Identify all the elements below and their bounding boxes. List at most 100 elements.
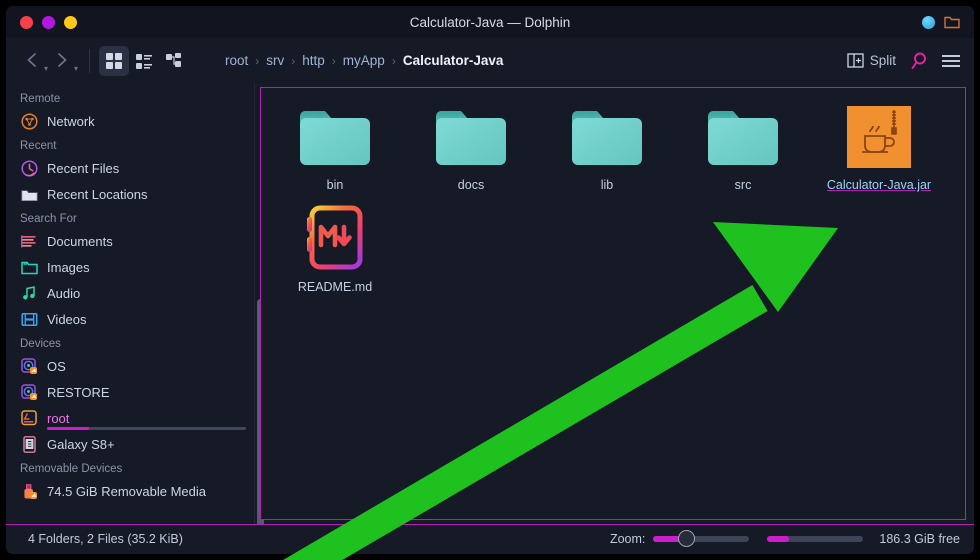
file-item-label: Calculator-Java.jar <box>826 178 932 192</box>
view-tree-button[interactable] <box>159 46 189 76</box>
zoom-label: Zoom: <box>609 532 646 546</box>
sidebar-divider <box>254 83 255 524</box>
toolbar-divider <box>89 48 90 73</box>
split-button[interactable]: Split <box>847 52 896 69</box>
sidebar-item-label: Images <box>47 259 90 275</box>
sidebar-group-title: Search For <box>20 213 77 225</box>
sidebar-item-label: Audio <box>47 285 81 301</box>
file-item[interactable]: docs <box>403 102 539 204</box>
sidebar-item-network[interactable]: Network <box>6 108 254 134</box>
file-view[interactable]: bin docs lib src Calculator-Java.jar REA… <box>260 87 966 520</box>
menu-button[interactable] <box>942 54 960 67</box>
sidebar-item-images[interactable]: Images <box>6 254 254 280</box>
window-title: Calculator-Java — Dolphin <box>409 14 571 30</box>
breadcrumb-item-srv[interactable]: srv <box>266 53 284 68</box>
back-button[interactable]: ▾ <box>20 46 50 76</box>
forward-button[interactable]: ▾ <box>50 46 80 76</box>
sidebar: Remote Network Recent Recent Files Recent Lo… <box>6 83 254 524</box>
tree-icon <box>166 52 181 67</box>
images-icon <box>20 258 38 276</box>
videos-icon <box>20 310 38 328</box>
documents-icon <box>20 232 38 250</box>
sidebar-item-label: OS <box>47 358 66 374</box>
breadcrumb-separator: › <box>291 53 296 68</box>
sidebar-item-label: Galaxy S8+ <box>47 436 115 452</box>
sidebar-item-label: Network <box>47 113 95 129</box>
folder-outline-icon[interactable] <box>944 15 960 29</box>
sidebar-item-label: 74.5 GiB Removable Media <box>47 483 206 499</box>
file-item[interactable]: Calculator-Java.jar <box>811 102 947 204</box>
breadcrumb-item-calculator-java[interactable]: Calculator-Java <box>403 53 504 68</box>
folder-glyph <box>436 111 506 165</box>
file-item-label: docs <box>457 178 485 192</box>
sidebar-item-label: Recent Locations <box>47 186 148 202</box>
breadcrumb-separator: › <box>391 53 396 68</box>
selection-summary: 4 Folders, 2 Files (35.2 KiB) <box>28 532 183 546</box>
sidebar-item-os[interactable]: OS <box>6 353 254 379</box>
file-item[interactable]: lib <box>539 102 675 204</box>
recent-files-icon <box>20 159 38 177</box>
breadcrumb-item-http[interactable]: http <box>302 53 325 68</box>
file-item[interactable]: bin <box>267 102 403 204</box>
sidebar-group-title: Remote <box>20 93 61 105</box>
dolphin-window: Calculator-Java — Dolphin ▾ ▾ root › srv… <box>6 6 974 554</box>
zoom-slider[interactable] <box>653 530 750 547</box>
close-button[interactable] <box>20 15 33 29</box>
folder-icon <box>706 102 780 172</box>
toolbar-right: Split <box>847 51 960 71</box>
sidebar-item-74-5-gib-removable-media[interactable]: 74.5 GiB Removable Media <box>6 478 254 504</box>
sidebar-item-recent-locations[interactable]: Recent Locations <box>6 181 254 207</box>
statusbar: 4 Folders, 2 Files (35.2 KiB) Zoom: 186.… <box>6 524 974 554</box>
java-jar-glyph <box>847 106 911 168</box>
main-body: Remote Network Recent Recent Files Recent Lo… <box>6 83 974 554</box>
toolbar: ▾ ▾ root › srv › http › myApp › Calculat… <box>6 38 974 83</box>
sidebar-item-label: Videos <box>47 311 87 327</box>
usb-drive-icon <box>20 482 38 500</box>
sidebar-group-title: Recent <box>20 140 57 152</box>
sidebar-group-title: Devices <box>20 338 61 350</box>
file-grid: bin docs lib src Calculator-Java.jar REA… <box>261 88 965 306</box>
sidebar-item-label: Documents <box>47 233 113 249</box>
view-details-button[interactable] <box>129 46 159 76</box>
breadcrumb-item-myapp[interactable]: myApp <box>343 53 385 68</box>
breadcrumb-item-root[interactable]: root <box>225 53 248 68</box>
file-item[interactable]: README.md <box>267 204 403 306</box>
folder-icon <box>298 102 372 172</box>
folder-glyph <box>300 111 370 165</box>
sidebar-item-label: RESTORE <box>47 384 110 400</box>
file-item-label: README.md <box>297 280 373 294</box>
sidebar-item-recent-files[interactable]: Recent Files <box>6 155 254 181</box>
window-controls <box>6 15 77 29</box>
file-item[interactable]: src <box>675 102 811 204</box>
breadcrumb-separator: › <box>331 53 336 68</box>
titlebar: Calculator-Java — Dolphin <box>6 6 974 38</box>
sidebar-group-title: Removable Devices <box>20 463 123 475</box>
recent-locations-icon <box>20 185 38 203</box>
sidebar-item-galaxy-s8[interactable]: Galaxy S8+ <box>6 431 254 457</box>
zoom-slider-handle[interactable] <box>678 530 696 547</box>
sidebar-item-videos[interactable]: Videos <box>6 306 254 332</box>
view-icons-button[interactable] <box>99 45 129 76</box>
blue-circle-icon[interactable] <box>922 15 935 29</box>
sidebar-item-audio[interactable]: Audio <box>6 280 254 306</box>
sidebar-item-label: root <box>47 410 70 426</box>
maximize-button[interactable] <box>64 15 77 29</box>
titlebar-tray <box>922 15 974 29</box>
harddisk-icon <box>20 357 38 375</box>
sidebar-item-root[interactable]: root <box>6 405 254 431</box>
file-item-label: src <box>734 178 752 192</box>
sidebar-item-restore[interactable]: RESTORE <box>6 379 254 405</box>
sidebar-item-documents[interactable]: Documents <box>6 228 254 254</box>
secondary-slider[interactable] <box>767 536 864 542</box>
search-icon[interactable] <box>909 51 929 71</box>
harddisk-icon <box>20 383 38 401</box>
minimize-button[interactable] <box>42 15 55 29</box>
breadcrumb-separator: › <box>255 53 260 68</box>
free-space-label: 186.3 GiB free <box>879 532 960 546</box>
chevron-down-icon: ▾ <box>43 63 48 73</box>
folder-glyph <box>708 111 778 165</box>
split-icon <box>847 53 864 68</box>
statusbar-accent-line <box>6 524 974 525</box>
folder-glyph <box>572 111 642 165</box>
linux-drive-icon <box>20 409 38 427</box>
